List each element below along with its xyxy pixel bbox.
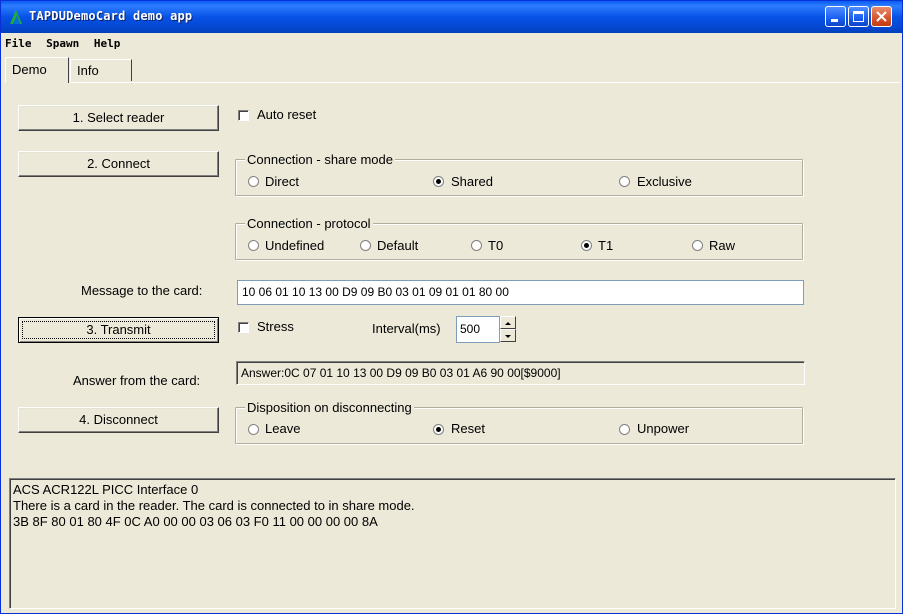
title-bar[interactable]: TAPDUDemoCard demo app — [1, 1, 902, 33]
answer-output: Answer:0C 07 01 10 13 00 D9 09 B0 03 01 … — [236, 361, 805, 385]
window-title: TAPDUDemoCard demo app — [29, 9, 193, 23]
maximize-button[interactable] — [848, 6, 869, 27]
menu-help[interactable]: Help — [94, 37, 121, 50]
stress-checkbox[interactable] — [238, 322, 249, 333]
minimize-button[interactable] — [825, 6, 846, 27]
minimize-icon — [831, 19, 838, 22]
menu-file[interactable]: File — [5, 37, 32, 50]
protocol-legend: Connection - protocol — [245, 216, 373, 231]
protocol-raw-label: Raw — [709, 238, 736, 253]
log-line: ACS ACR122L PICC Interface 0 — [13, 482, 199, 497]
protocol-t1-label: T1 — [598, 238, 614, 253]
protocol-t1-radio[interactable] — [581, 240, 592, 251]
interval-input[interactable]: 500 — [456, 316, 500, 343]
tab-strip: Demo Info — [5, 57, 900, 83]
arrow-down-icon — [505, 335, 511, 338]
protocol-default-radio[interactable] — [360, 240, 371, 251]
close-button[interactable] — [871, 6, 892, 27]
arrow-up-icon — [505, 322, 511, 325]
close-icon — [876, 11, 887, 22]
connect-button[interactable]: 2. Connect — [18, 151, 219, 177]
app-icon — [10, 10, 22, 24]
log-line: 3B 8F 80 01 80 4F 0C A0 00 00 03 06 03 F… — [13, 514, 378, 529]
share-direct-radio[interactable] — [248, 176, 259, 187]
disposition-unpower-radio[interactable] — [619, 424, 630, 435]
auto-reset-label: Auto reset — [257, 107, 317, 122]
share-mode-legend: Connection - share mode — [245, 152, 395, 167]
menu-spawn[interactable]: Spawn — [46, 37, 79, 50]
share-exclusive-label: Exclusive — [637, 174, 692, 189]
interval-label: Interval(ms) — [372, 321, 441, 336]
disposition-reset-label: Reset — [451, 421, 485, 436]
menu-bar: File Spawn Help — [5, 37, 128, 55]
disposition-unpower-label: Unpower — [637, 421, 690, 436]
auto-reset-checkbox[interactable] — [238, 110, 249, 121]
interval-spinner[interactable] — [500, 316, 516, 342]
disconnect-button[interactable]: 4. Disconnect — [18, 407, 219, 433]
protocol-raw-radio[interactable] — [692, 240, 703, 251]
spin-down-button[interactable] — [500, 329, 516, 342]
share-exclusive-radio[interactable] — [619, 176, 630, 187]
disposition-reset-radio[interactable] — [433, 424, 444, 435]
share-shared-radio[interactable] — [433, 176, 444, 187]
message-input[interactable]: 10 06 01 10 13 00 D9 09 B0 03 01 09 01 0… — [237, 280, 804, 305]
maximize-icon — [853, 11, 864, 22]
app-window: TAPDUDemoCard demo app File Spawn Help D… — [0, 0, 903, 614]
protocol-t0-label: T0 — [488, 238, 504, 253]
protocol-t0-radio[interactable] — [471, 240, 482, 251]
answer-label: Answer from the card: — [73, 373, 201, 388]
share-direct-label: Direct — [265, 174, 299, 189]
protocol-default-label: Default — [377, 238, 419, 253]
protocol-undefined-label: Undefined — [265, 238, 325, 253]
tab-info[interactable]: Info — [70, 59, 132, 81]
stress-label: Stress — [257, 319, 294, 334]
disposition-legend: Disposition on disconnecting — [245, 400, 414, 415]
log-output[interactable]: ACS ACR122L PICC Interface 0 There is a … — [9, 478, 896, 609]
share-shared-label: Shared — [451, 174, 493, 189]
message-label: Message to the card: — [81, 283, 203, 298]
disposition-leave-label: Leave — [265, 421, 301, 436]
spin-up-button[interactable] — [500, 316, 516, 329]
select-reader-button[interactable]: 1. Select reader — [18, 105, 219, 131]
transmit-button[interactable]: 3. Transmit — [18, 317, 219, 343]
protocol-undefined-radio[interactable] — [248, 240, 259, 251]
tab-demo[interactable]: Demo — [5, 57, 69, 83]
log-line: There is a card in the reader. The card … — [13, 498, 415, 513]
focus-ring — [22, 321, 215, 339]
disposition-leave-radio[interactable] — [248, 424, 259, 435]
